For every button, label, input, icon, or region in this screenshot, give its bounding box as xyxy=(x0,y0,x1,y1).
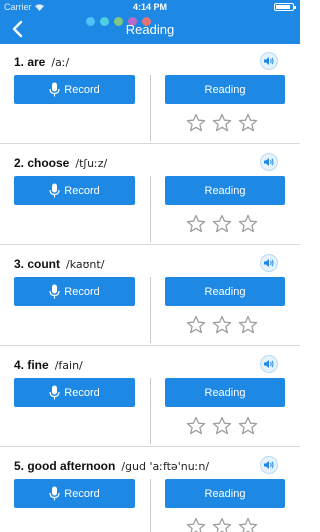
word-label: 1. are xyxy=(14,55,46,69)
rating-stars xyxy=(186,517,258,532)
card-divider xyxy=(0,446,300,447)
status-bar: Carrier 4:14 PM xyxy=(0,0,300,14)
word-heading: 2. choose/tʃuːz/ xyxy=(14,155,107,171)
speaker-icon xyxy=(264,57,274,65)
play-audio-button[interactable] xyxy=(260,355,278,373)
star-icon xyxy=(238,517,258,532)
reading-button[interactable]: Reading xyxy=(165,378,285,407)
chevron-left-icon xyxy=(12,20,23,38)
phonetic-text: /kaʊnt/ xyxy=(66,258,105,271)
phonetic-text: /gud 'aːftə'nuːn/ xyxy=(121,460,210,473)
back-button[interactable] xyxy=(8,19,28,39)
status-time: 4:14 PM xyxy=(132,2,167,12)
record-button[interactable]: Record xyxy=(14,75,135,104)
header-bar: Carrier 4:14 PM Reading xyxy=(0,0,300,44)
column-divider xyxy=(150,176,151,242)
word-card: 4. fine/fain/ Record Reading xyxy=(0,347,300,447)
star-icon xyxy=(186,113,206,132)
navigation-bar: Reading xyxy=(0,14,300,44)
reading-button-label: Reading xyxy=(204,184,246,197)
word-label: 4. fine xyxy=(14,358,49,372)
star-icon xyxy=(186,517,206,532)
reading-button[interactable]: Reading xyxy=(165,75,285,104)
battery-level xyxy=(276,5,291,9)
rating-stars xyxy=(186,416,258,436)
record-button[interactable]: Record xyxy=(14,176,135,205)
record-button-label: Record xyxy=(64,487,100,500)
reading-button[interactable]: Reading xyxy=(165,479,285,508)
star-icon xyxy=(186,315,206,334)
reading-button-label: Reading xyxy=(204,285,246,298)
play-audio-button[interactable] xyxy=(260,153,278,171)
card-divider xyxy=(0,244,300,245)
word-card: 2. choose/tʃuːz/ Record Reading xyxy=(0,145,300,245)
phonetic-text: /aː/ xyxy=(51,56,70,69)
microphone-icon xyxy=(49,183,60,198)
record-button-label: Record xyxy=(64,285,100,298)
card-divider xyxy=(0,345,300,346)
word-label: 2. choose xyxy=(14,156,70,170)
star-icon xyxy=(238,416,258,435)
word-label: 3. count xyxy=(14,257,61,271)
word-heading: 3. count/kaʊnt/ xyxy=(14,256,104,272)
star-icon xyxy=(238,113,258,132)
star-icon xyxy=(186,416,206,435)
word-card: 3. count/kaʊnt/ Record Reading xyxy=(0,246,300,346)
star-icon xyxy=(212,517,232,532)
star-icon xyxy=(238,315,258,334)
column-divider xyxy=(150,75,151,141)
card-divider xyxy=(0,143,300,144)
play-audio-button[interactable] xyxy=(260,456,278,474)
speaker-icon xyxy=(264,461,274,469)
phonetic-text: /fain/ xyxy=(54,359,83,372)
record-button[interactable]: Record xyxy=(14,378,135,407)
microphone-icon xyxy=(49,486,60,501)
column-divider xyxy=(150,277,151,343)
star-icon xyxy=(186,214,206,233)
record-button[interactable]: Record xyxy=(14,479,135,508)
record-button[interactable]: Record xyxy=(14,277,135,306)
reading-button[interactable]: Reading xyxy=(165,176,285,205)
microphone-icon xyxy=(49,82,60,97)
word-card: 5. good afternoon/gud 'aːftə'nuːn/ Recor… xyxy=(0,448,300,532)
star-icon xyxy=(212,214,232,233)
column-divider xyxy=(150,378,151,444)
reading-button[interactable]: Reading xyxy=(165,277,285,306)
speaker-icon xyxy=(264,360,274,368)
star-icon xyxy=(212,113,232,132)
column-divider xyxy=(150,479,151,532)
star-icon xyxy=(212,315,232,334)
speaker-icon xyxy=(264,259,274,267)
reading-button-label: Reading xyxy=(204,386,246,399)
record-button-label: Record xyxy=(64,386,100,399)
reading-button-label: Reading xyxy=(204,83,246,96)
star-icon xyxy=(212,416,232,435)
phonetic-text: /tʃuːz/ xyxy=(75,157,108,170)
word-heading: 4. fine/fain/ xyxy=(14,357,83,373)
speaker-icon xyxy=(264,158,274,166)
word-heading: 5. good afternoon/gud 'aːftə'nuːn/ xyxy=(14,458,209,474)
rating-stars xyxy=(186,214,258,234)
word-heading: 1. are/aː/ xyxy=(14,54,69,70)
battery-icon xyxy=(274,3,296,11)
record-button-label: Record xyxy=(64,184,100,197)
word-card: 1. are/aː/ Record Reading xyxy=(0,44,300,144)
rating-stars xyxy=(186,113,258,133)
play-audio-button[interactable] xyxy=(260,52,278,70)
star-icon xyxy=(238,214,258,233)
play-audio-button[interactable] xyxy=(260,254,278,272)
microphone-icon xyxy=(49,284,60,299)
rating-stars xyxy=(186,315,258,335)
reading-button-label: Reading xyxy=(204,487,246,500)
record-button-label: Record xyxy=(64,83,100,96)
word-label: 5. good afternoon xyxy=(14,459,116,473)
microphone-icon xyxy=(49,385,60,400)
page-title: Reading xyxy=(125,22,175,37)
